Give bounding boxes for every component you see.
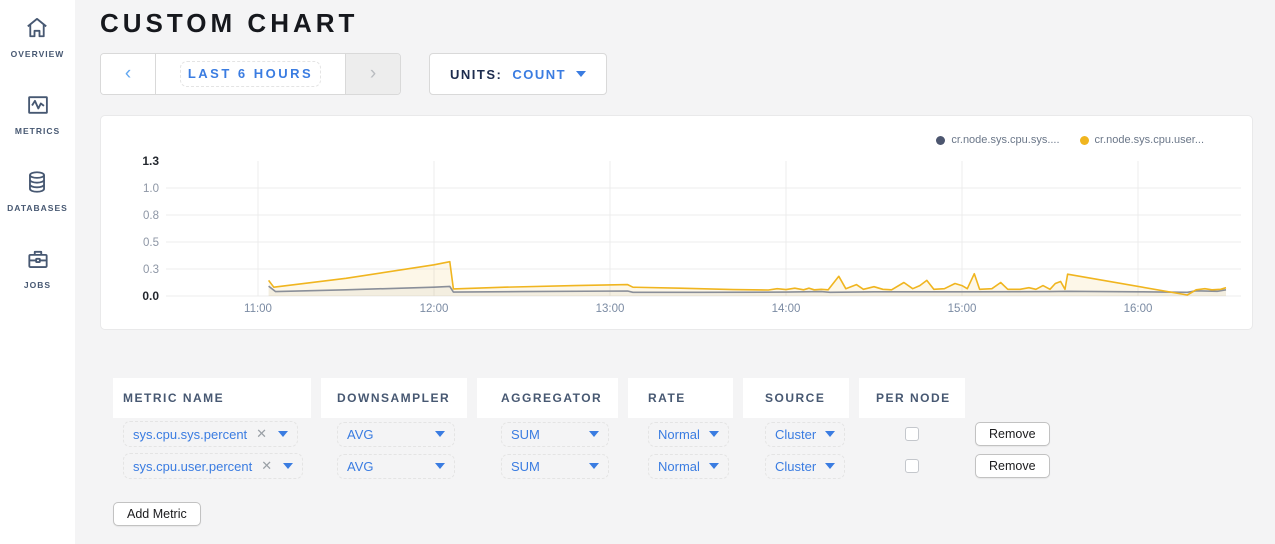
svg-text:13:00: 13:00 — [596, 303, 625, 315]
home-icon — [23, 14, 51, 42]
metrics-icon — [24, 91, 52, 119]
chevron-down-icon — [709, 463, 719, 469]
table-header-row: METRIC NAME DOWNSAMPLER AGGREGATOR RATE … — [113, 378, 1253, 418]
column-header-source: SOURCE — [743, 378, 849, 418]
app-window: OVERVIEW METRICS DATABASES — [0, 0, 1275, 544]
column-header-per-node: PER NODE — [859, 378, 965, 418]
column-header-actions — [975, 378, 1095, 418]
series-sys-dot-icon — [936, 136, 945, 145]
remove-button[interactable]: Remove — [975, 454, 1050, 478]
controls-row: ‹ LAST 6 HOURS › UNITS: COUNT — [100, 53, 1253, 95]
chart-legend: cr.node.sys.cpu.sys.... cr.node.sys.cpu.… — [936, 134, 1204, 146]
units-dropdown[interactable]: UNITS: COUNT — [429, 53, 607, 95]
svg-text:12:00: 12:00 — [420, 303, 449, 315]
chart-panel: 0.0 0.3 0.5 0.8 1.0 1.3 11:00 12:00 13:00 14:00 15… — [100, 115, 1253, 330]
table-row: sys.cpu.user.percent ✕ AVG SUM — [113, 450, 1253, 482]
legend-item[interactable]: cr.node.sys.cpu.user... — [1080, 134, 1204, 146]
clear-metric-icon[interactable]: ✕ — [261, 458, 272, 474]
svg-text:0.8: 0.8 — [143, 210, 159, 222]
units-value: COUNT — [512, 67, 566, 82]
time-window-selector: ‹ LAST 6 HOURS › — [100, 53, 401, 95]
sidebar: OVERVIEW METRICS DATABASES — [0, 0, 75, 544]
chevron-down-icon — [589, 463, 599, 469]
sidebar-item-metrics[interactable]: METRICS — [15, 91, 60, 136]
source-select[interactable]: Cluster — [743, 450, 849, 482]
add-metric-button[interactable]: Add Metric — [113, 502, 201, 526]
downsampler-select[interactable]: AVG — [321, 418, 467, 450]
sidebar-item-label: DATABASES — [7, 203, 68, 213]
svg-text:0.0: 0.0 — [142, 289, 159, 303]
column-header-metric-name: METRIC NAME — [113, 378, 311, 418]
chevron-down-icon — [278, 431, 288, 437]
column-header-downsampler: DOWNSAMPLER — [321, 378, 467, 418]
legend-label: cr.node.sys.cpu.user... — [1095, 134, 1204, 146]
svg-text:1.3: 1.3 — [142, 154, 159, 168]
chevron-down-icon — [435, 463, 445, 469]
table-row: sys.cpu.sys.percent ✕ AVG SUM — [113, 418, 1253, 450]
metric-name-select[interactable]: sys.cpu.sys.percent ✕ — [113, 418, 311, 450]
legend-label: cr.node.sys.cpu.sys.... — [951, 134, 1059, 146]
rate-select[interactable]: Normal — [628, 418, 733, 450]
svg-text:14:00: 14:00 — [772, 303, 801, 315]
per-node-checkbox[interactable] — [905, 427, 919, 441]
svg-text:0.3: 0.3 — [143, 264, 159, 276]
page-title: CUSTOM CHART — [100, 8, 1253, 39]
svg-text:16:00: 16:00 — [1124, 303, 1153, 315]
main-content: CUSTOM CHART ‹ LAST 6 HOURS › UNITS: COU… — [100, 0, 1253, 544]
chevron-down-icon — [825, 431, 835, 437]
time-prev-button[interactable]: ‹ — [101, 54, 156, 94]
custom-chart: 0.0 0.3 0.5 0.8 1.0 1.3 11:00 12:00 13:00 14:00 15… — [101, 116, 1252, 329]
sidebar-item-overview[interactable]: OVERVIEW — [11, 14, 65, 59]
rate-select[interactable]: Normal — [628, 450, 733, 482]
time-window-dropdown[interactable]: LAST 6 HOURS — [156, 54, 345, 94]
clear-metric-icon[interactable]: ✕ — [256, 426, 267, 442]
per-node-cell — [859, 418, 965, 450]
chevron-down-icon — [589, 431, 599, 437]
metric-name-select[interactable]: sys.cpu.user.percent ✕ — [113, 450, 311, 482]
briefcase-icon — [24, 245, 52, 273]
legend-item[interactable]: cr.node.sys.cpu.sys.... — [936, 134, 1059, 146]
column-header-rate: RATE — [628, 378, 733, 418]
svg-text:0.5: 0.5 — [143, 237, 159, 249]
svg-text:1.0: 1.0 — [143, 183, 159, 195]
per-node-checkbox[interactable] — [905, 459, 919, 473]
units-label: UNITS: — [450, 67, 502, 82]
sidebar-item-label: JOBS — [24, 280, 51, 290]
chevron-down-icon — [825, 463, 835, 469]
sidebar-item-label: METRICS — [15, 126, 60, 136]
sidebar-item-jobs[interactable]: JOBS — [24, 245, 52, 290]
column-header-aggregator: AGGREGATOR — [477, 378, 618, 418]
database-icon — [23, 168, 51, 196]
downsampler-select[interactable]: AVG — [321, 450, 467, 482]
series-user-dot-icon — [1080, 136, 1089, 145]
per-node-cell — [859, 450, 965, 482]
chevron-down-icon — [435, 431, 445, 437]
chevron-down-icon — [283, 463, 293, 469]
svg-text:15:00: 15:00 — [948, 303, 977, 315]
source-select[interactable]: Cluster — [743, 418, 849, 450]
time-next-button[interactable]: › — [345, 54, 400, 94]
aggregator-select[interactable]: SUM — [477, 450, 618, 482]
chevron-down-icon — [709, 431, 719, 437]
sidebar-item-label: OVERVIEW — [11, 49, 65, 59]
svg-text:11:00: 11:00 — [244, 303, 272, 315]
sidebar-item-databases[interactable]: DATABASES — [7, 168, 68, 213]
remove-button[interactable]: Remove — [975, 422, 1050, 446]
time-window-label: LAST 6 HOURS — [188, 66, 313, 81]
aggregator-select[interactable]: SUM — [477, 418, 618, 450]
chevron-down-icon — [576, 71, 586, 77]
metrics-table: METRIC NAME DOWNSAMPLER AGGREGATOR RATE … — [113, 378, 1253, 482]
